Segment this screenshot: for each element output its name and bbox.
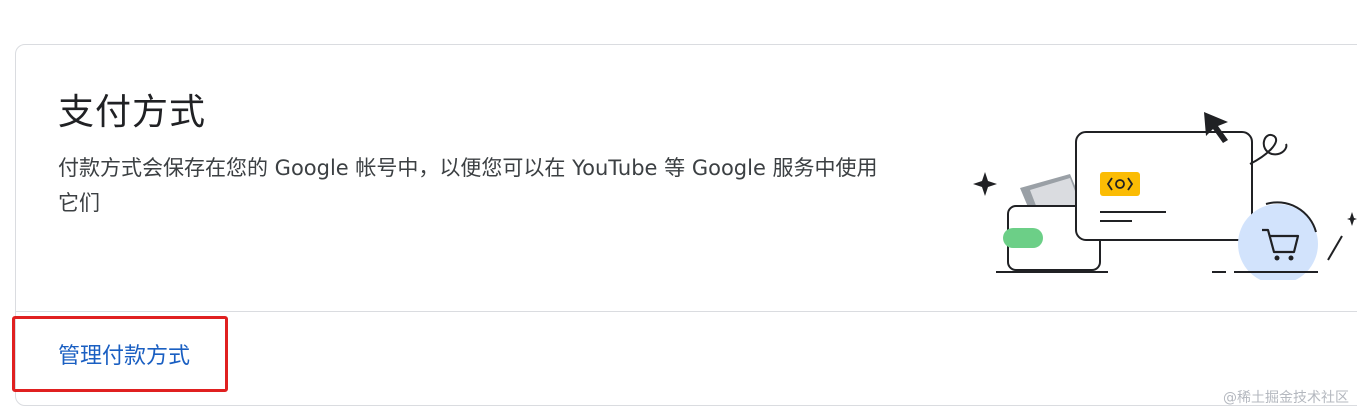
watermark: @稀土掘金技术社区 bbox=[1223, 390, 1349, 406]
sparkle-icon bbox=[1347, 212, 1357, 226]
sparkle-icon bbox=[973, 172, 997, 196]
card-title: 支付方式 bbox=[58, 92, 207, 133]
card-description: 付款方式会保存在您的 Google 帐号中，以便您可以在 YouTube 等 G… bbox=[58, 156, 878, 215]
payment-illustration-icon bbox=[973, 112, 1357, 280]
card-divider bbox=[16, 311, 1357, 312]
card-chip-icon bbox=[1100, 172, 1140, 196]
highlight-annotation-box bbox=[12, 316, 228, 392]
